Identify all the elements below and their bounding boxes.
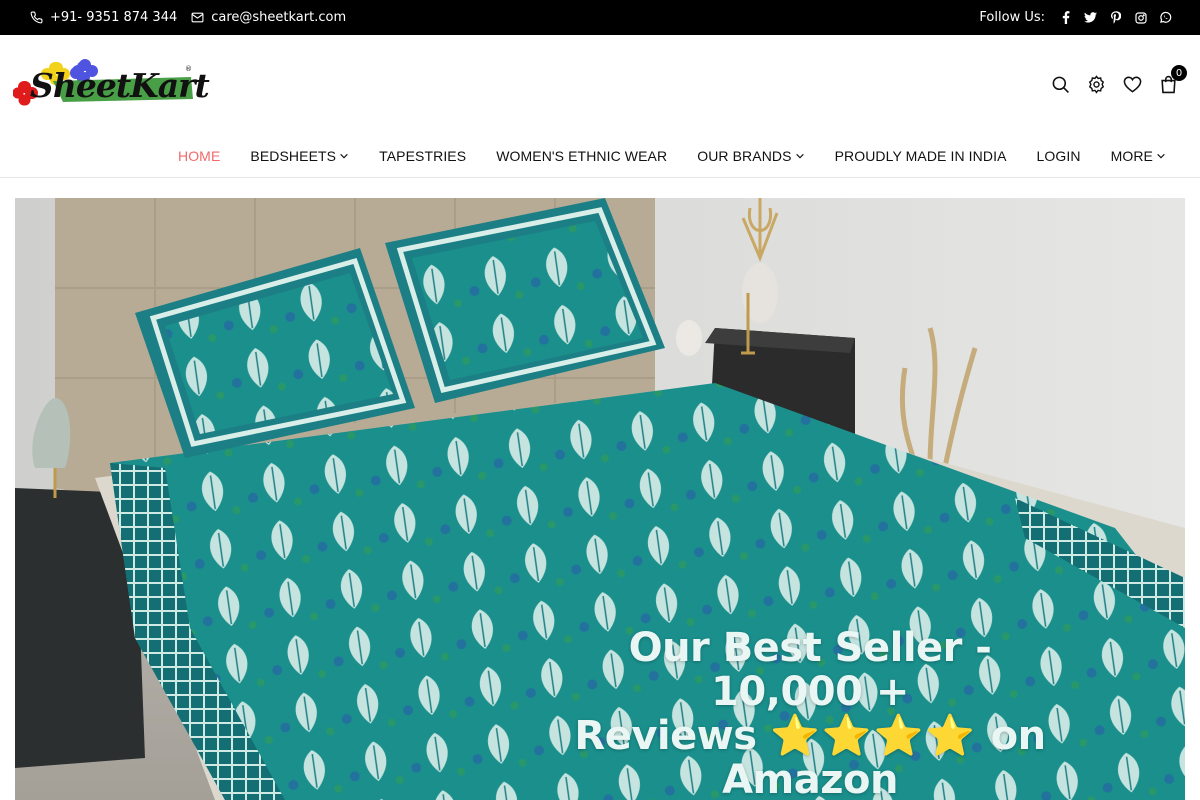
chevron-down-icon bbox=[340, 153, 348, 159]
chevron-down-icon bbox=[1157, 153, 1165, 159]
nav-item-label: WOMEN'S ETHNIC WEAR bbox=[496, 148, 668, 164]
hero-caption-line-3: Amazon bbox=[722, 757, 898, 800]
contact-info: +91- 9351 874 344 care@sheetkart.com bbox=[30, 0, 346, 35]
nav-item-label: TAPESTRIES bbox=[379, 148, 467, 164]
cart-count-badge: 0 bbox=[1171, 65, 1187, 81]
sheetkart-logo[interactable]: SheetKart ® bbox=[13, 55, 210, 107]
nav-item-label: OUR BRANDS bbox=[697, 148, 792, 164]
header-icons: 0 bbox=[1051, 65, 1187, 94]
hero-caption-line-1: Our Best Seller - 10,000 + bbox=[628, 625, 992, 715]
nav-item-home[interactable]: HOME bbox=[178, 148, 220, 164]
hero-caption-reviews: Reviews bbox=[574, 713, 757, 759]
twitter-icon[interactable] bbox=[1084, 11, 1097, 24]
nav-item-label: MORE bbox=[1110, 148, 1153, 164]
social-links: Follow Us: bbox=[979, 0, 1172, 35]
phone-icon bbox=[30, 11, 43, 24]
logo-registered-mark: ® bbox=[185, 65, 192, 73]
logo-text: SheetKart bbox=[30, 66, 210, 105]
top-bar: +91- 9351 874 344 care@sheetkart.com Fol… bbox=[0, 0, 1200, 35]
site-header: SheetKart ® 0 bbox=[0, 35, 1200, 135]
email-address: care@sheetkart.com bbox=[211, 10, 347, 25]
hero-caption-on: on bbox=[990, 713, 1046, 759]
star-rating-icons: ⭐⭐⭐⭐ bbox=[769, 713, 978, 759]
nav-item-login[interactable]: LOGIN bbox=[1037, 148, 1081, 164]
follow-label: Follow Us: bbox=[979, 10, 1045, 25]
wishlist-icon[interactable] bbox=[1123, 75, 1142, 94]
hero-banner[interactable]: Our Best Seller - 10,000 + Reviews ⭐⭐⭐⭐ … bbox=[15, 198, 1185, 800]
nav-item-label: LOGIN bbox=[1036, 148, 1081, 164]
nav-item-label: HOME bbox=[177, 148, 221, 164]
phone-number: +91- 9351 874 344 bbox=[50, 10, 178, 25]
phone-link[interactable]: +91- 9351 874 344 bbox=[30, 10, 177, 25]
chevron-down-icon bbox=[795, 153, 804, 159]
nav-item-our-brands[interactable]: OUR BRANDS bbox=[697, 148, 804, 164]
nav-item-tapestries[interactable]: TAPESTRIES bbox=[379, 148, 466, 164]
main-navigation: HOME BEDSHEETS TAPESTRIES WOMEN'S ETHNIC… bbox=[0, 135, 1200, 178]
hero-caption-line-2: Reviews ⭐⭐⭐⭐ on bbox=[555, 714, 1065, 758]
nav-item-bedsheets[interactable]: BEDSHEETS bbox=[250, 148, 349, 164]
nav-item-more[interactable]: MORE bbox=[1111, 148, 1166, 164]
whatsapp-icon[interactable] bbox=[1159, 11, 1172, 24]
email-link[interactable]: care@sheetkart.com bbox=[191, 10, 346, 25]
hero-caption: Our Best Seller - 10,000 + Reviews ⭐⭐⭐⭐ … bbox=[555, 626, 1065, 800]
settings-icon[interactable] bbox=[1087, 75, 1106, 94]
instagram-icon[interactable] bbox=[1134, 11, 1147, 24]
facebook-icon[interactable] bbox=[1059, 11, 1072, 24]
mail-icon bbox=[191, 11, 204, 24]
nav-item-womens-ethnic-wear[interactable]: WOMEN'S ETHNIC WEAR bbox=[496, 148, 667, 164]
nav-item-label: PROUDLY MADE IN INDIA bbox=[834, 148, 1007, 164]
search-icon[interactable] bbox=[1051, 75, 1070, 94]
nav-item-label: BEDSHEETS bbox=[250, 148, 337, 164]
nav-item-proudly-made-in-india[interactable]: PROUDLY MADE IN INDIA bbox=[835, 148, 1007, 164]
pinterest-icon[interactable] bbox=[1109, 11, 1122, 24]
cart-icon[interactable]: 0 bbox=[1159, 65, 1187, 94]
